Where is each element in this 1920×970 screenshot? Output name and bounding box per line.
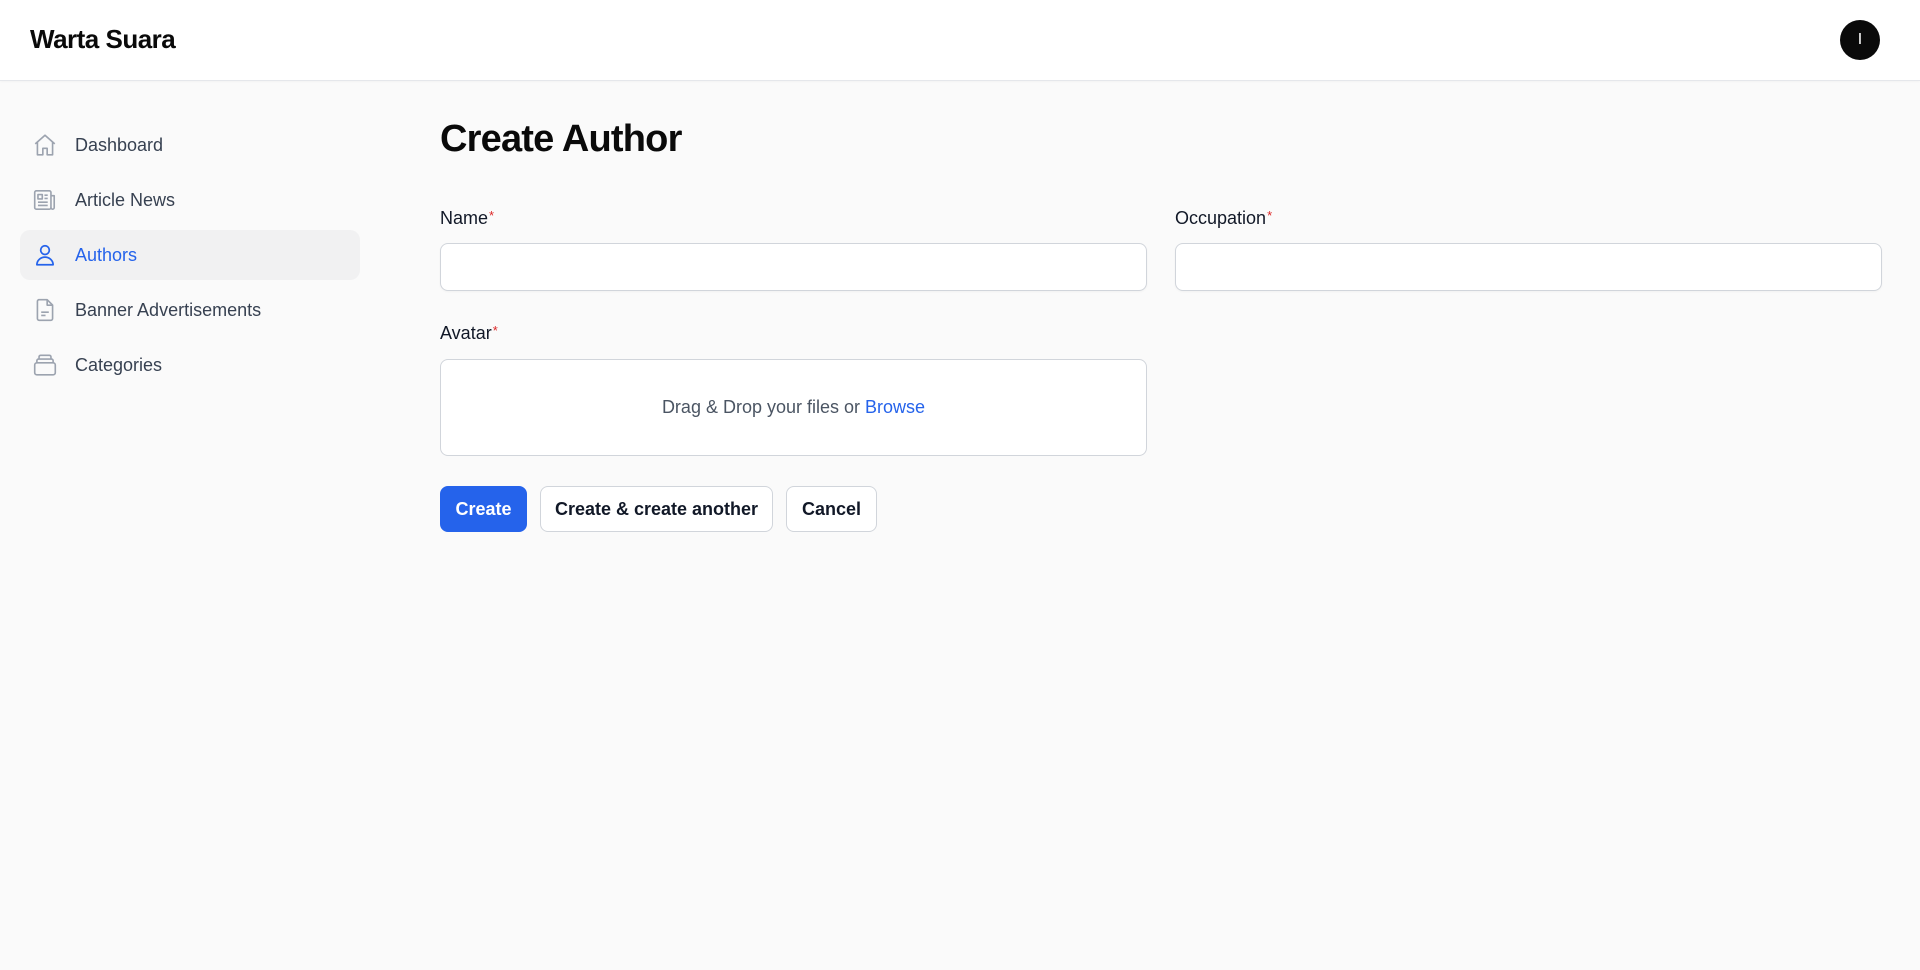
brand-logo[interactable]: Warta Suara: [30, 24, 176, 55]
user-icon: [32, 242, 58, 268]
occupation-label-text: Occupation: [1175, 208, 1267, 228]
stack-icon: [32, 352, 58, 378]
sidebar-item-dashboard[interactable]: Dashboard: [20, 120, 360, 170]
required-mark: *: [1267, 208, 1273, 223]
create-button[interactable]: Create: [440, 486, 527, 532]
sidebar-item-banner-advertisements[interactable]: Banner Advertisements: [20, 285, 360, 335]
name-input[interactable]: [440, 243, 1147, 291]
create-another-button[interactable]: Create & create another: [540, 486, 773, 532]
name-label-text: Name: [440, 208, 489, 228]
browse-link[interactable]: Browse: [865, 397, 925, 418]
sidebar-item-label: Banner Advertisements: [75, 299, 262, 320]
occupation-label: Occupation*: [1175, 208, 1272, 229]
newspaper-icon: [32, 187, 58, 213]
occupation-input[interactable]: [1175, 243, 1882, 291]
sidebar-item-article-news[interactable]: Article News: [20, 175, 360, 225]
dropzone-text: Drag & Drop your files or: [661, 397, 861, 417]
name-label: Name*: [440, 208, 494, 229]
sidebar-item-categories[interactable]: Categories: [20, 340, 360, 390]
document-icon: [32, 297, 58, 323]
user-avatar[interactable]: I: [1840, 20, 1880, 60]
sidebar-item-label: Dashboard: [75, 134, 164, 155]
avatar-dropzone[interactable]: Drag & Drop your files or Browse: [440, 359, 1147, 456]
top-bar: Warta Suara I: [0, 0, 1920, 81]
sidebar-item-label: Categories: [75, 354, 163, 375]
sidebar-item-label: Authors: [75, 244, 138, 265]
sidebar-item-authors[interactable]: Authors: [20, 230, 360, 280]
main-content: Create Author Name* Occupation* Avatar* …: [440, 118, 1882, 532]
avatar-label-text: Avatar: [440, 323, 492, 343]
avatar-label: Avatar*: [440, 323, 498, 344]
required-mark: *: [492, 323, 498, 338]
required-mark: *: [489, 208, 495, 223]
cancel-button[interactable]: Cancel: [786, 486, 877, 532]
create-author-form: Name* Occupation* Avatar* Drag & Drop yo…: [440, 118, 1882, 538]
sidebar: Dashboard Article News Authors Banner Ad…: [20, 120, 360, 395]
sidebar-item-label: Article News: [75, 189, 176, 210]
home-icon: [32, 132, 58, 158]
